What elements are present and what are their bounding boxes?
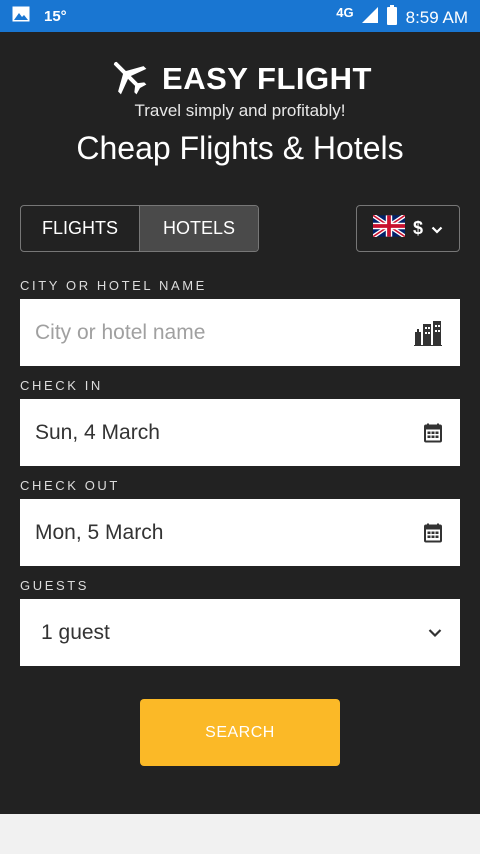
check-in-label: CHECK IN: [20, 378, 103, 393]
calendar-icon: [424, 523, 442, 542]
city-label: CITY OR HOTEL NAME: [20, 278, 207, 293]
check-out-label: CHECK OUT: [20, 478, 120, 493]
status-bar: 15° 4G 8:59 AM: [0, 0, 480, 32]
guests-select[interactable]: 1 guest: [20, 599, 460, 666]
tab-hotels[interactable]: HOTELS: [139, 206, 258, 251]
tagline: Travel simply and profitably!: [134, 101, 346, 120]
city-input[interactable]: City or hotel name: [20, 299, 460, 366]
tab-flights[interactable]: FLIGHTS: [21, 206, 139, 251]
currency-selector[interactable]: $: [356, 205, 460, 252]
city-placeholder: City or hotel name: [35, 320, 206, 344]
headline: Cheap Flights & Hotels: [76, 130, 404, 166]
main-screen: EASY FLIGHT Travel simply and profitably…: [0, 32, 480, 814]
search-button[interactable]: SEARCH: [140, 699, 340, 766]
chevron-down-icon: [431, 218, 443, 239]
battery-icon: [386, 5, 398, 30]
guests-value: 1 guest: [41, 620, 110, 644]
check-out-value: Mon, 5 March: [35, 520, 164, 544]
check-in-field[interactable]: Sun, 4 March: [20, 399, 460, 466]
currency-symbol: $: [412, 218, 423, 238]
network-type: 4G: [336, 5, 354, 20]
check-out-field[interactable]: Mon, 5 March: [20, 499, 460, 566]
signal-icon: [361, 7, 378, 28]
calendar-icon: [424, 423, 442, 442]
check-in-value: Sun, 4 March: [35, 420, 160, 444]
gallery-icon: [12, 6, 30, 26]
brand: EASY FLIGHT: [0, 56, 480, 101]
app-name: EASY FLIGHT: [162, 60, 372, 96]
airplane-icon: [108, 56, 148, 101]
mode-tabs: FLIGHTS HOTELS: [20, 205, 259, 252]
chevron-down-icon: [428, 628, 442, 637]
temperature: 15°: [44, 7, 67, 25]
city-icon: [414, 320, 442, 346]
clock: 8:59 AM: [405, 7, 468, 27]
guests-label: GUESTS: [20, 578, 90, 593]
uk-flag-icon: [371, 213, 407, 242]
